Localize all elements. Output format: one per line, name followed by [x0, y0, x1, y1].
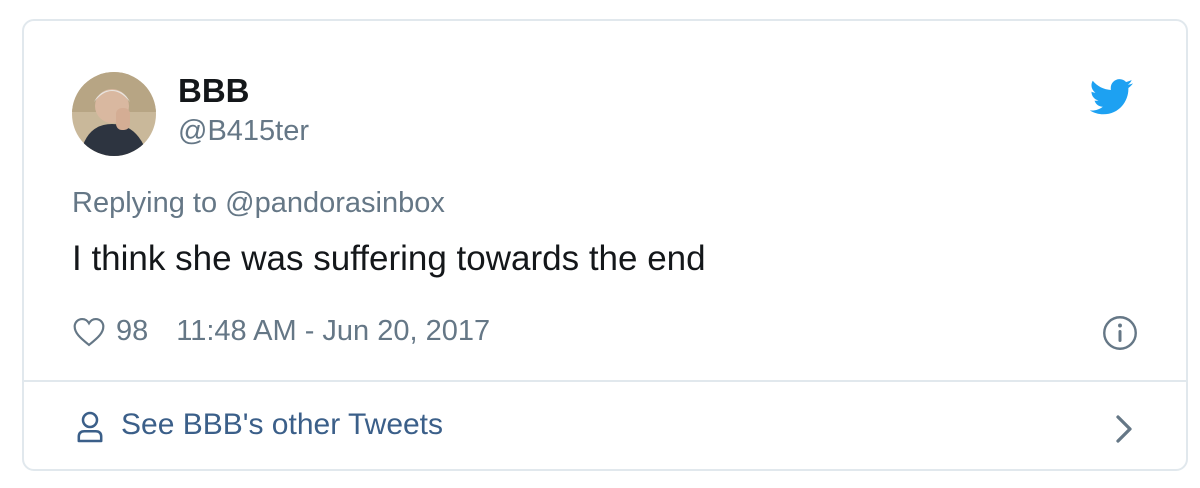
replying-prefix: Replying to: [72, 187, 226, 219]
tweet-meta: 98 11:48 AM - Jun 20, 2017: [72, 315, 490, 348]
heart-icon[interactable]: [72, 317, 106, 347]
twitter-bird-icon[interactable]: [1090, 79, 1134, 115]
chevron-right-icon: [1116, 415, 1132, 443]
author-handle[interactable]: @B415ter: [178, 115, 309, 148]
see-other-tweets-link[interactable]: See BBB's other Tweets: [24, 382, 1186, 469]
tweet-timestamp[interactable]: 11:48 AM - Jun 20, 2017: [176, 315, 490, 348]
replying-to-line: Replying to @pandorasinbox: [72, 187, 445, 220]
like-count[interactable]: 98: [116, 315, 148, 348]
info-icon[interactable]: [1102, 315, 1138, 351]
author-display-name[interactable]: BBB: [178, 72, 250, 110]
person-icon: [77, 411, 103, 443]
tweet-text: I think she was suffering towards the en…: [72, 239, 706, 278]
avatar-image: [72, 72, 156, 156]
see-other-tweets-label: See BBB's other Tweets: [121, 408, 444, 441]
avatar[interactable]: [72, 72, 156, 156]
replying-to-link[interactable]: @pandorasinbox: [225, 187, 445, 219]
tweet-card: BBB @B415ter Replying to @pandorasinbox …: [22, 19, 1188, 471]
